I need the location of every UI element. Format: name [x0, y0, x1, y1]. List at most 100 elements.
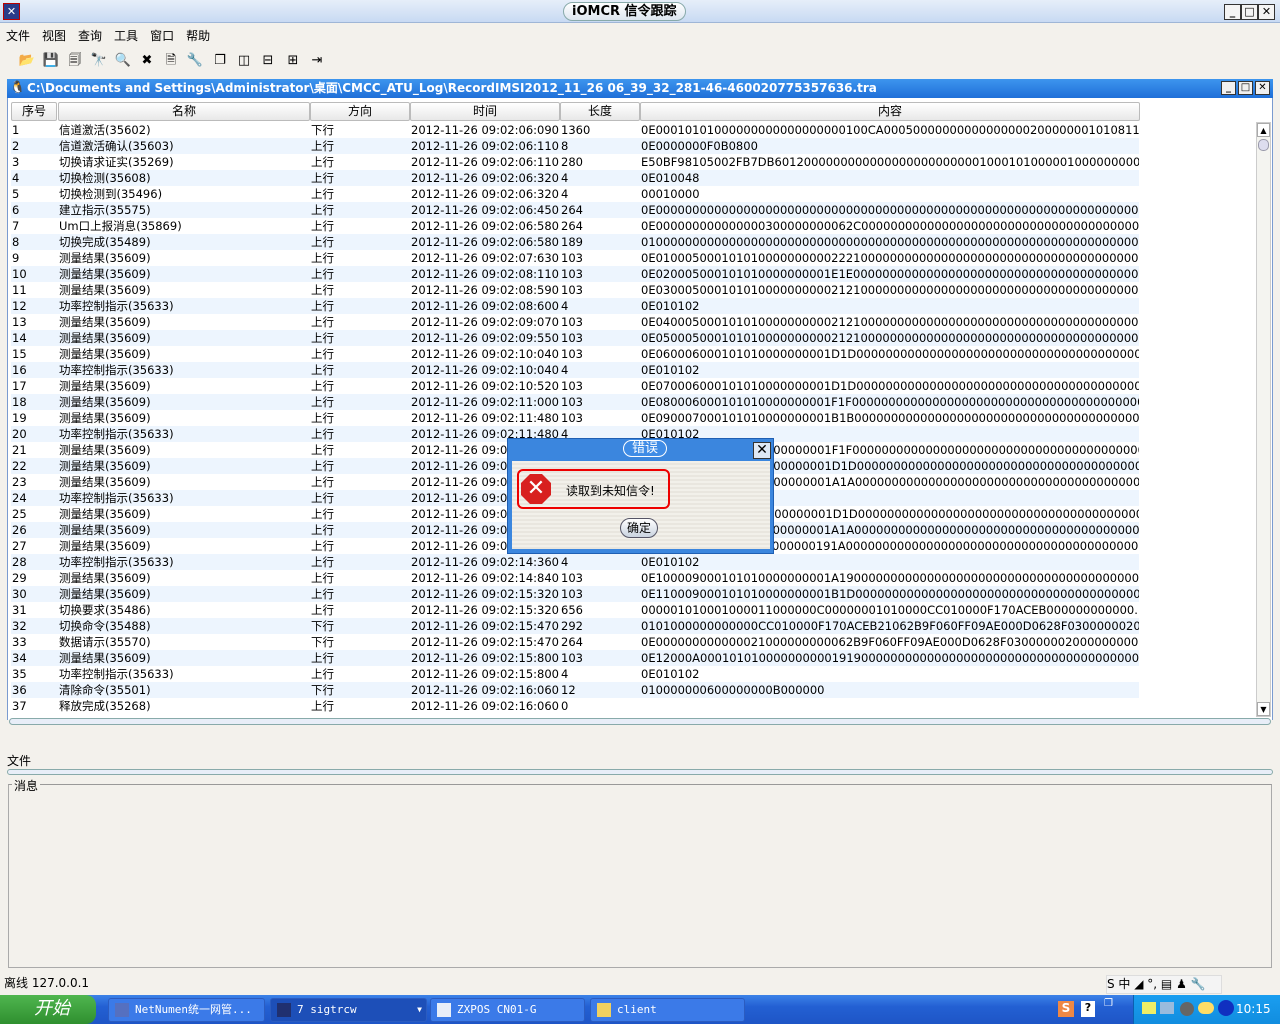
network-icon[interactable] [1160, 1002, 1174, 1014]
table-row[interactable]: 1 信道激活(35602) 下行 2012-11-26 09:02:06:090 136… [11, 122, 1139, 138]
help-icon[interactable]: ? [1081, 1001, 1095, 1017]
menu-1[interactable]: 视图 [36, 24, 72, 44]
table-row[interactable]: 11 测量结果(35609) 上行 2012-11-26 09:02:08:590 10… [11, 282, 1139, 298]
wrench-icon[interactable]: 🔧 [186, 52, 204, 70]
table-row[interactable]: 32 切换命令(35488) 下行 2012-11-26 09:02:15:470 29… [11, 618, 1139, 634]
column-header[interactable]: 序号 [11, 102, 57, 121]
arrange-icon[interactable]: ⊞ [284, 52, 302, 70]
messenger-icon[interactable] [1198, 1002, 1214, 1014]
task-sigtrcw[interactable]: 7 sigtrcw ▼ [270, 998, 427, 1022]
delete-icon[interactable]: ✖ [138, 52, 156, 70]
doc-maximize-button[interactable]: □ [1238, 81, 1253, 95]
tile-vertical-icon[interactable]: ◫ [235, 52, 253, 70]
table-row[interactable]: 30 测量结果(35609) 上行 2012-11-26 09:02:15:320 10… [11, 586, 1139, 602]
table-row[interactable]: 36 清除命令(35501) 下行 2012-11-26 09:02:16:060 12… [11, 682, 1139, 698]
menu-0[interactable]: 文件 [0, 24, 36, 44]
table-row[interactable]: 19 测量结果(35609) 上行 2012-11-26 09:02:11:480 10… [11, 410, 1139, 426]
table-cell: 2012-11-26 09:02:15:470 [411, 619, 559, 633]
table-cell: 7 [12, 219, 20, 233]
scroll-thumb[interactable] [1258, 139, 1269, 151]
save-icon[interactable]: 💾 [42, 52, 60, 70]
tile-horizontal-icon[interactable]: ⊟ [259, 52, 277, 70]
table-row[interactable]: 7 Um口上报消息(35869) 上行 2012-11-26 09:02:06:580… [11, 218, 1139, 234]
table-row[interactable]: 2 信道激活确认(35603) 上行 2012-11-26 09:02:06:110 8… [11, 138, 1139, 154]
doc-close-button[interactable]: ✕ [1255, 81, 1270, 95]
table-row[interactable]: 9 测量结果(35609) 上行 2012-11-26 09:02:07:630 103… [11, 250, 1139, 266]
table-cell: 测量结果(35609) [59, 379, 151, 393]
table-cell: 264 [561, 203, 583, 217]
table-row[interactable]: 34 测量结果(35609) 上行 2012-11-26 09:02:15:800 10… [11, 650, 1139, 666]
table-cell: 2012-11-26 09:02:15:800 [411, 667, 559, 681]
table-row[interactable]: 33 数据请示(35570) 下行 2012-11-26 09:02:15:470 26… [11, 634, 1139, 650]
table-cell: 4 [561, 299, 569, 313]
splitter[interactable] [9, 718, 1271, 725]
speaker-icon[interactable] [1180, 1002, 1194, 1016]
table-row[interactable]: 4 切换检测(35608) 上行 2012-11-26 09:02:06:320 4 0E… [11, 170, 1139, 186]
exit-icon[interactable]: ⇥ [308, 52, 326, 70]
menu-5[interactable]: 帮助 [180, 24, 216, 44]
table-row[interactable]: 17 测量结果(35609) 上行 2012-11-26 09:02:10:520 10… [11, 378, 1139, 394]
app-icon[interactable]: ✕ [3, 3, 20, 20]
task-client[interactable]: client [590, 998, 745, 1022]
vertical-scrollbar[interactable]: ▲ ▼ [1256, 122, 1271, 717]
save-all-icon[interactable]: 🗐 [66, 52, 84, 70]
splitter[interactable] [7, 769, 1273, 775]
table-row[interactable]: 8 切换完成(35489) 上行 2012-11-26 09:02:06:580 189… [11, 234, 1139, 250]
search-doc-icon[interactable]: 🔍 [114, 52, 132, 70]
ime-bar[interactable]: S 中 ◢ °, ▤ ♟ 🔧 [1106, 975, 1222, 994]
table-row[interactable]: 13 测量结果(35609) 上行 2012-11-26 09:02:09:070 10… [11, 314, 1139, 330]
table-row[interactable]: 16 功率控制指示(35633) 上行 2012-11-26 09:02:10:040… [11, 362, 1139, 378]
table-row[interactable]: 12 功率控制指示(35633) 上行 2012-11-26 09:02:08:600… [11, 298, 1139, 314]
scroll-up-icon[interactable]: ▲ [1257, 123, 1270, 137]
sogou-icon[interactable]: S [1058, 1001, 1074, 1017]
table-row[interactable]: 15 测量结果(35609) 上行 2012-11-26 09:02:10:040 10… [11, 346, 1139, 362]
table-row[interactable]: 28 功率控制指示(35633) 上行 2012-11-26 09:02:14:360… [11, 554, 1139, 570]
column-header[interactable]: 时间 [410, 102, 560, 121]
close-button[interactable]: ✕ [1258, 4, 1275, 20]
table-cell: 上行 [311, 699, 334, 713]
table-row[interactable]: 14 测量结果(35609) 上行 2012-11-26 09:02:09:550 10… [11, 330, 1139, 346]
wave-icon[interactable] [1218, 1000, 1234, 1016]
binoculars-icon[interactable]: 🔭 [90, 52, 108, 70]
table-cell: 15 [12, 347, 27, 361]
maximize-button[interactable]: □ [1241, 4, 1258, 20]
table-cell: 264 [561, 635, 583, 649]
start-button[interactable]: 开始 [0, 995, 96, 1024]
restore-langbar-icon[interactable]: ❐ [1104, 998, 1113, 1009]
menu-2[interactable]: 查询 [72, 24, 108, 44]
note-icon[interactable] [1142, 1002, 1156, 1014]
table-row[interactable]: 6 建立指示(35575) 上行 2012-11-26 09:02:06:450 264… [11, 202, 1139, 218]
table-row[interactable]: 10 测量结果(35609) 上行 2012-11-26 09:02:08:110 10… [11, 266, 1139, 282]
table-row[interactable]: 37 释放完成(35268) 上行 2012-11-26 09:02:16:060 0 [11, 698, 1139, 714]
scroll-down-icon[interactable]: ▼ [1257, 702, 1270, 716]
menu-3[interactable]: 工具 [108, 24, 144, 44]
table-row[interactable]: 3 切换请求证实(35269) 上行 2012-11-26 09:02:06:110 2… [11, 154, 1139, 170]
open-folder-icon[interactable]: 📂 [18, 52, 36, 70]
table-cell: 23 [12, 475, 27, 489]
task-netnumen[interactable]: NetNumen统一网管... [108, 998, 265, 1022]
dialog-message: 读取到未知信令! [566, 484, 655, 498]
cascade-icon[interactable]: ❐ [211, 52, 229, 70]
task-zxpos[interactable]: ZXPOS CN01-G [430, 998, 585, 1022]
table-row[interactable]: 35 功率控制指示(35633) 上行 2012-11-26 09:02:15:800… [11, 666, 1139, 682]
column-header[interactable]: 长度 [560, 102, 640, 121]
ok-button[interactable]: 确定 [620, 518, 658, 538]
minimize-button[interactable]: _ [1224, 4, 1241, 20]
column-header[interactable]: 名称 [58, 102, 310, 121]
column-header[interactable]: 内容 [640, 102, 1140, 121]
column-header[interactable]: 方向 [310, 102, 410, 121]
table-cell: 2012-11-26 09:02:10:520 [411, 379, 559, 393]
table-cell: 上行 [311, 283, 334, 297]
table-row[interactable]: 29 测量结果(35609) 上行 2012-11-26 09:02:14:840 10… [11, 570, 1139, 586]
doc-minimize-button[interactable]: _ [1221, 81, 1236, 95]
table-cell: 12 [561, 683, 576, 697]
dialog-close-button[interactable]: ✕ [753, 442, 771, 459]
table-cell: 上行 [311, 411, 334, 425]
toolbar: 📂 💾 🗐 🔭 🔍 ✖ 🗎 🔧 ❐ ◫ ⊟ ⊞ ⇥ [0, 48, 1280, 74]
menu-4[interactable]: 窗口 [144, 24, 180, 44]
clear-doc-icon[interactable]: 🗎 [162, 52, 180, 70]
table-row[interactable]: 31 切换要求(35486) 上行 2012-11-26 09:02:15:320 65… [11, 602, 1139, 618]
table-row[interactable]: 5 切换检测到(35496) 上行 2012-11-26 09:02:06:320 4 0… [11, 186, 1139, 202]
table-cell: 上行 [311, 155, 334, 169]
table-row[interactable]: 18 测量结果(35609) 上行 2012-11-26 09:02:11:000 10… [11, 394, 1139, 410]
